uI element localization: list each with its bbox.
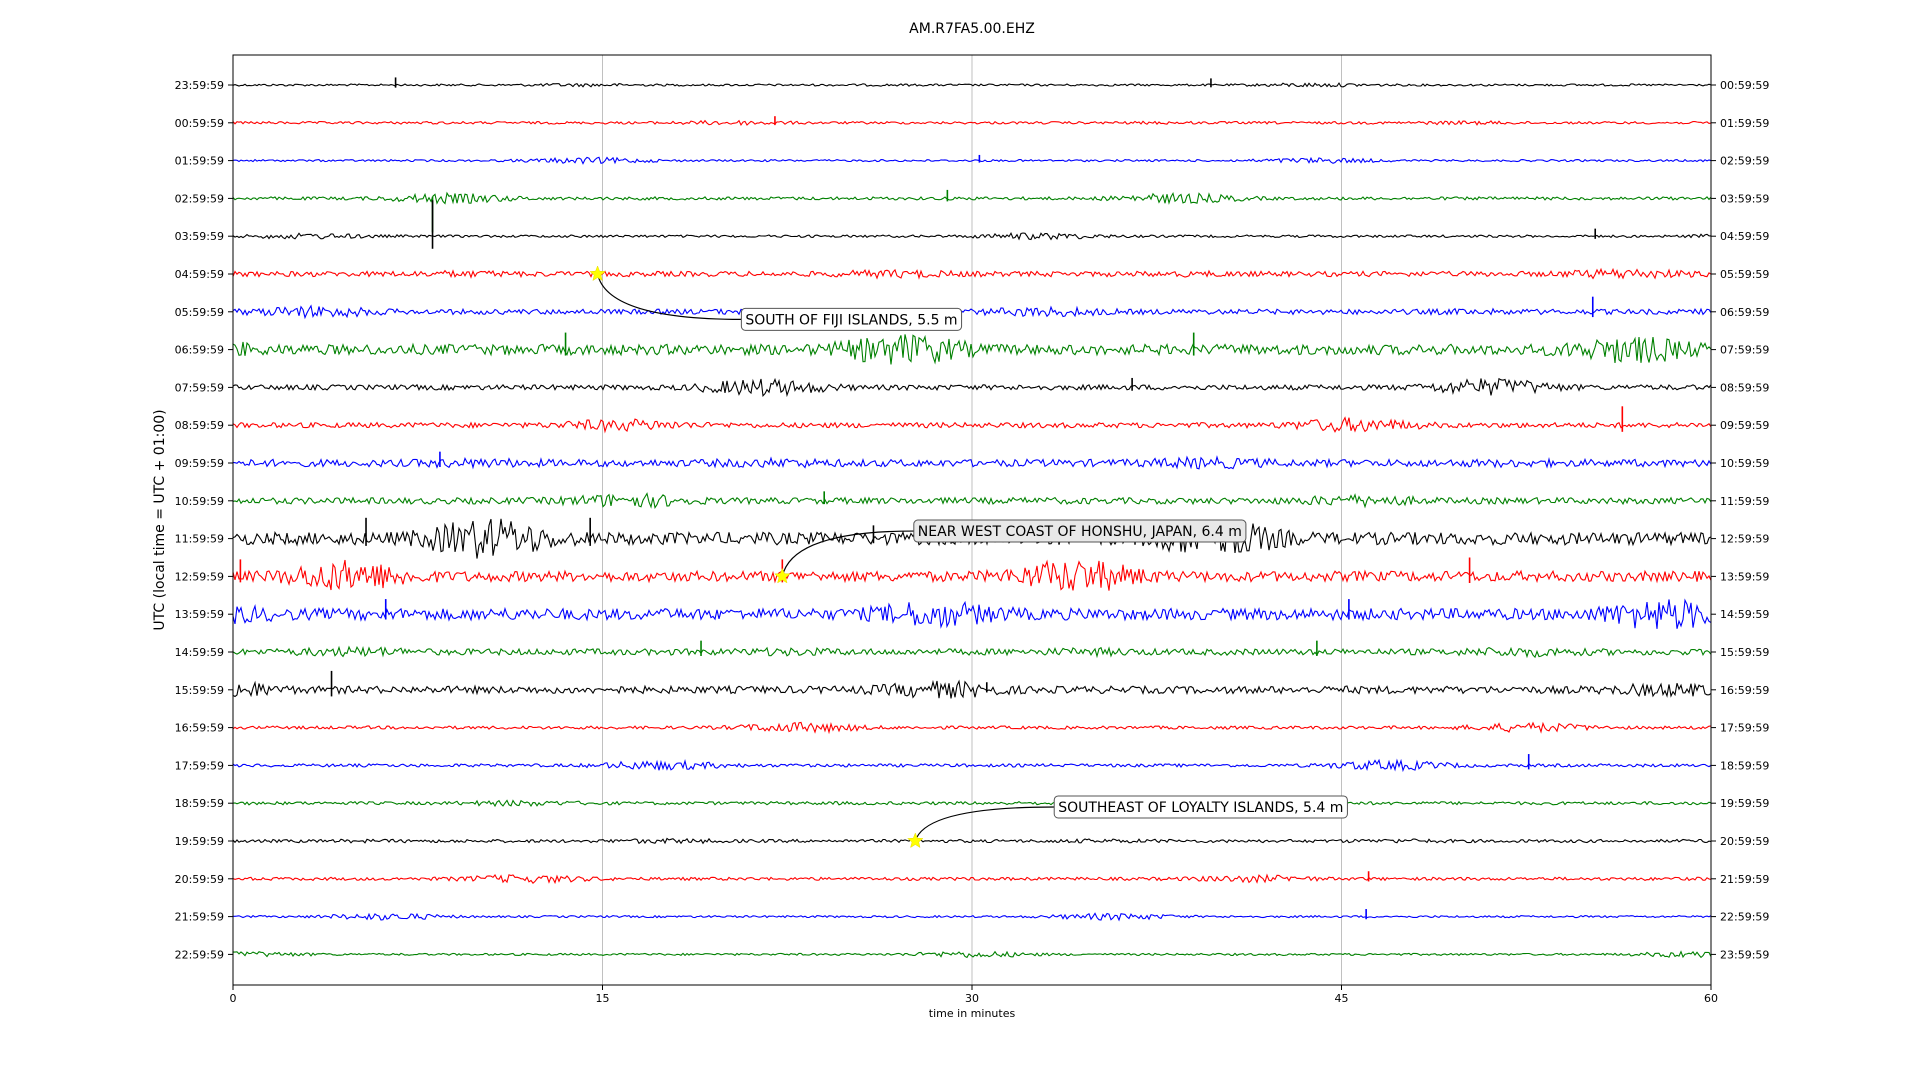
x-tick-label: 45 [1335, 992, 1349, 1005]
event-star-marker [907, 832, 924, 849]
left-tick-label: 07:59:59 [175, 381, 224, 394]
y-axis-label: UTC (local time = UTC + 01:00) [152, 409, 168, 630]
x-axis-label: time in minutes [929, 1007, 1016, 1020]
right-tick-label: 11:59:59 [1720, 495, 1769, 508]
right-tick-label: 21:59:59 [1720, 873, 1769, 886]
left-tick-label: 17:59:59 [175, 759, 224, 772]
right-y-axis: 00:59:59 01:59:59 02:59:59 03:59:59 04:59:59… [1711, 79, 1769, 961]
left-tick-label: 19:59:59 [175, 835, 224, 848]
x-tick-label: 60 [1704, 992, 1718, 1005]
x-tick-label: 30 [965, 992, 979, 1005]
right-tick-label: 09:59:59 [1720, 419, 1769, 432]
right-tick-label: 22:59:59 [1720, 911, 1769, 924]
left-y-axis: 23:59:59 00:59:59 01:59:59 02:59:59 03:59:59… [175, 79, 233, 961]
left-tick-label: 00:59:59 [175, 117, 224, 130]
event-connector [914, 806, 1055, 842]
right-tick-label: 16:59:59 [1720, 684, 1769, 697]
right-tick-label: 05:59:59 [1720, 268, 1769, 281]
right-tick-label: 17:59:59 [1720, 722, 1769, 735]
right-tick-label: 00:59:59 [1720, 79, 1769, 92]
left-tick-label: 23:59:59 [175, 79, 224, 92]
left-tick-label: 05:59:59 [175, 306, 224, 319]
right-tick-label: 10:59:59 [1720, 457, 1769, 470]
left-tick-label: 02:59:59 [175, 192, 224, 205]
event-label: SOUTHEAST OF LOYALTY ISLANDS, 5.4 m [1058, 800, 1343, 816]
left-tick-label: 16:59:59 [175, 722, 224, 735]
right-tick-label: 23:59:59 [1720, 948, 1769, 961]
x-tick-label: 15 [596, 992, 610, 1005]
right-tick-label: 18:59:59 [1720, 759, 1769, 772]
right-tick-label: 03:59:59 [1720, 192, 1769, 205]
x-axis: 0 15 30 45 60 [230, 985, 1718, 1005]
right-tick-label: 02:59:59 [1720, 155, 1769, 168]
left-tick-label: 18:59:59 [175, 797, 224, 810]
right-tick-label: 07:59:59 [1720, 344, 1769, 357]
left-tick-label: 15:59:59 [175, 684, 224, 697]
left-tick-label: 01:59:59 [175, 155, 224, 168]
event-label: NEAR WEST COAST OF HONSHU, JAPAN, 6.4 m [918, 524, 1242, 540]
left-tick-label: 04:59:59 [175, 268, 224, 281]
right-tick-label: 01:59:59 [1720, 117, 1769, 130]
right-tick-label: 19:59:59 [1720, 797, 1769, 810]
spike-layer [239, 77, 1624, 920]
right-tick-label: 15:59:59 [1720, 646, 1769, 659]
right-tick-label: 14:59:59 [1720, 608, 1769, 621]
left-tick-label: 09:59:59 [175, 457, 224, 470]
event-label: SOUTH OF FIJI ISLANDS, 5.5 m [745, 312, 957, 328]
right-tick-label: 20:59:59 [1720, 835, 1769, 848]
left-tick-label: 12:59:59 [175, 570, 224, 583]
left-tick-label: 08:59:59 [175, 419, 224, 432]
event-star-marker [589, 265, 606, 282]
left-tick-label: 10:59:59 [175, 495, 224, 508]
chart-title: AM.R7FA5.00.EHZ [909, 21, 1035, 37]
right-tick-label: 08:59:59 [1720, 381, 1769, 394]
seismogram-chart: AM.R7FA5.00.EHZ 23:59:59 00:59:59 01:59:59… [152, 21, 1769, 1020]
x-tick-label: 0 [230, 992, 237, 1005]
left-tick-label: 13:59:59 [175, 608, 224, 621]
left-tick-label: 22:59:59 [175, 948, 224, 961]
left-tick-label: 21:59:59 [175, 911, 224, 924]
left-tick-label: 14:59:59 [175, 646, 224, 659]
right-tick-label: 13:59:59 [1720, 570, 1769, 583]
left-tick-label: 20:59:59 [175, 873, 224, 886]
event-connector [781, 530, 914, 577]
left-tick-label: 11:59:59 [175, 533, 224, 546]
left-tick-label: 06:59:59 [175, 344, 224, 357]
right-tick-label: 04:59:59 [1720, 230, 1769, 243]
right-tick-label: 12:59:59 [1720, 533, 1769, 546]
left-tick-label: 03:59:59 [175, 230, 224, 243]
right-tick-label: 06:59:59 [1720, 306, 1769, 319]
